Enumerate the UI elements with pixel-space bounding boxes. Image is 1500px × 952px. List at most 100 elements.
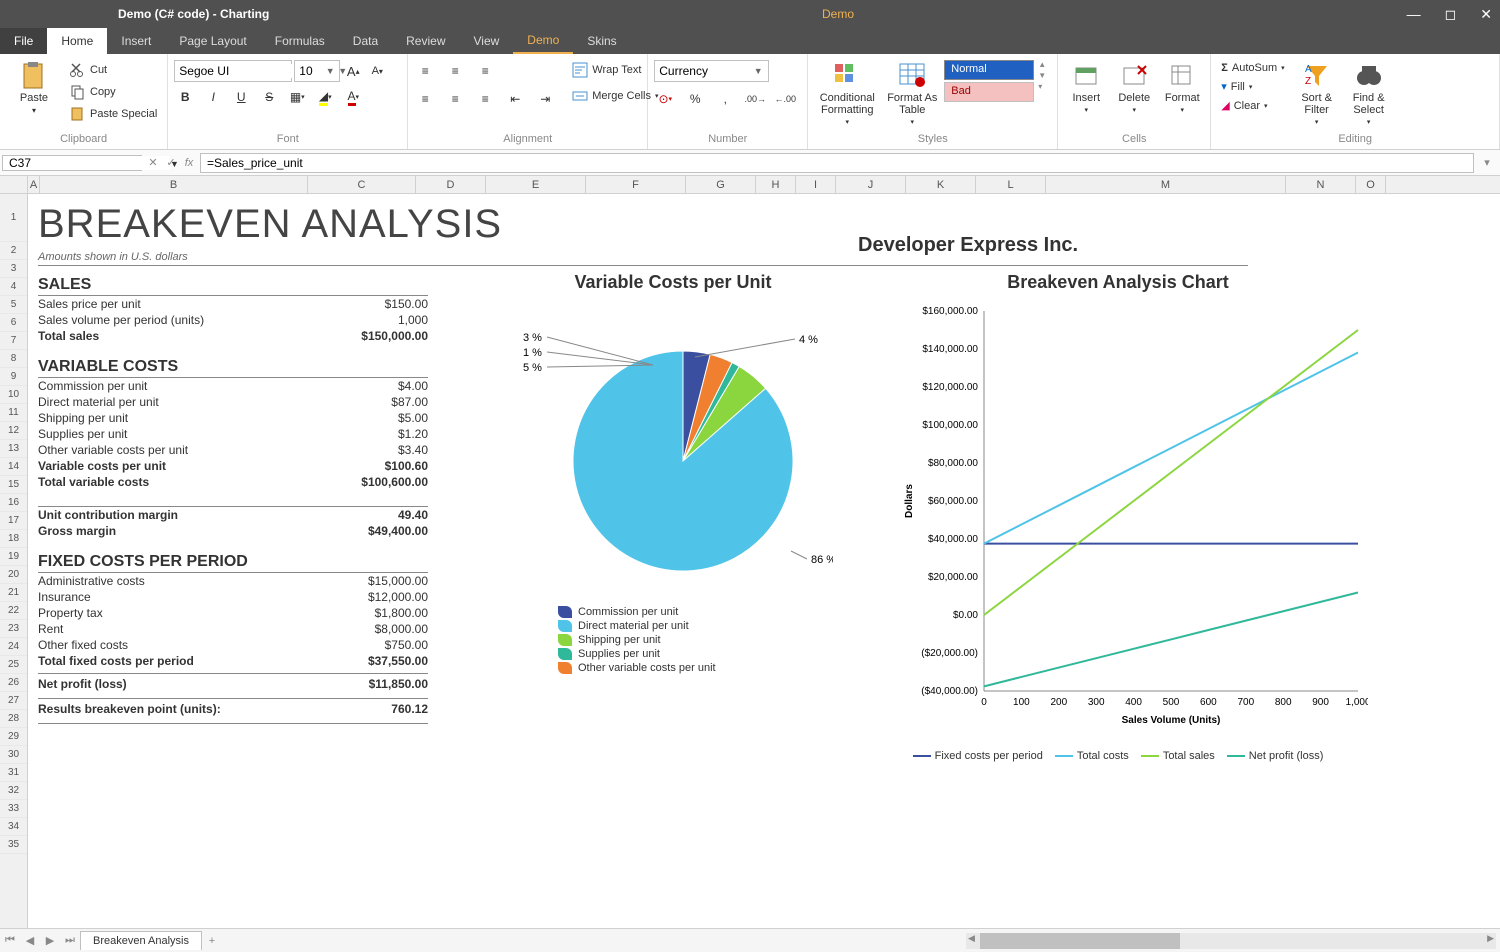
clear-button[interactable]: ◢Clear ▾ (1217, 97, 1288, 114)
spreadsheet[interactable]: ABCDEFGHIJKLMNO 123456789101112131415161… (0, 176, 1500, 928)
col-header-M[interactable]: M (1046, 176, 1286, 193)
insert-cells-button[interactable]: Insert▾ (1064, 60, 1108, 116)
decrease-font-icon[interactable]: A▾ (366, 60, 388, 82)
close-button[interactable]: ✕ (1480, 6, 1492, 23)
tab-nav-next-icon[interactable]: ▶ (40, 934, 60, 947)
font-name-select[interactable]: ▼ (174, 60, 292, 82)
cell-style-normal[interactable]: Normal (944, 60, 1034, 80)
fill-color-icon[interactable]: ◢▾ (314, 86, 336, 108)
decrease-indent-icon[interactable]: ⇤ (504, 88, 526, 110)
comma-icon[interactable]: , (714, 88, 736, 110)
column-headers[interactable]: ABCDEFGHIJKLMNO (0, 176, 1500, 194)
col-header-B[interactable]: B (40, 176, 308, 193)
italic-icon[interactable]: I (202, 86, 224, 108)
tab-home[interactable]: Home (47, 28, 107, 54)
format-cells-button[interactable]: Format▾ (1160, 60, 1204, 116)
table-row: Sales price per unit$150.00 (38, 296, 428, 312)
align-bottom-icon[interactable]: ≡ (474, 60, 496, 82)
increase-decimal-icon[interactable]: .00→ (744, 88, 766, 110)
increase-font-icon[interactable]: A▴ (342, 60, 364, 82)
col-header-N[interactable]: N (1286, 176, 1356, 193)
cancel-formula-icon[interactable]: ✕ (144, 156, 162, 169)
enter-formula-icon[interactable]: ✓ (162, 156, 180, 169)
col-header-H[interactable]: H (756, 176, 796, 193)
tab-nav-last-icon[interactable]: ⏭ (60, 934, 80, 947)
paste-button[interactable]: Paste▾ (6, 60, 62, 117)
font-color-icon[interactable]: A▾ (342, 86, 364, 108)
increase-indent-icon[interactable]: ⇥ (534, 88, 556, 110)
col-header-F[interactable]: F (586, 176, 686, 193)
svg-text:4 %: 4 % (799, 334, 818, 346)
fx-icon[interactable]: fx (180, 157, 198, 169)
align-middle-icon[interactable]: ≡ (444, 60, 466, 82)
col-header-G[interactable]: G (686, 176, 756, 193)
chevron-down-icon[interactable]: ▼ (751, 66, 765, 76)
sheet-content[interactable]: BREAKEVEN ANALYSIS Developer Express Inc… (28, 194, 1500, 928)
col-header-D[interactable]: D (416, 176, 486, 193)
paste-special-button[interactable]: Paste Special (66, 104, 161, 124)
col-header-I[interactable]: I (796, 176, 836, 193)
tab-skins[interactable]: Skins (573, 28, 630, 54)
format-as-table-button[interactable]: Format As Table ▾ (884, 60, 940, 128)
expand-formula-icon[interactable]: ▾ (1478, 156, 1496, 169)
strikethrough-icon[interactable]: S (258, 86, 280, 108)
tab-insert[interactable]: Insert (107, 28, 165, 54)
percent-icon[interactable]: % (684, 88, 706, 110)
decrease-decimal-icon[interactable]: ←.00 (774, 88, 796, 110)
style-up-icon[interactable]: ▲ (1038, 60, 1046, 69)
col-header-O[interactable]: O (1356, 176, 1386, 193)
tab-view[interactable]: View (460, 28, 514, 54)
fill-button[interactable]: ▾Fill ▾ (1217, 78, 1288, 95)
sheet-tab-breakeven[interactable]: Breakeven Analysis (80, 931, 202, 950)
svg-text:$60,000.00: $60,000.00 (928, 496, 978, 507)
underline-icon[interactable]: U (230, 86, 252, 108)
sort-filter-button[interactable]: AZ Sort & Filter▾ (1293, 60, 1341, 128)
number-format-select[interactable]: ▼ (654, 60, 769, 82)
col-header-E[interactable]: E (486, 176, 586, 193)
accounting-format-icon[interactable]: ⊙▾ (654, 88, 676, 110)
align-right-icon[interactable]: ≡ (474, 88, 496, 110)
cut-button[interactable]: Cut (66, 60, 161, 80)
chevron-down-icon[interactable]: ▼ (323, 66, 337, 76)
borders-icon[interactable]: ▦▾ (286, 86, 308, 108)
col-header-L[interactable]: L (976, 176, 1046, 193)
font-size-select[interactable]: ▼ (294, 60, 340, 82)
wrap-text-icon (572, 62, 588, 78)
table-row: Direct material per unit$87.00 (38, 394, 428, 410)
tab-file[interactable]: File (0, 28, 47, 54)
row-headers[interactable]: 1234567891011121314151617181920212223242… (0, 194, 28, 928)
style-down-icon[interactable]: ▼ (1038, 71, 1046, 80)
add-sheet-button[interactable]: + (202, 935, 222, 947)
autosum-button[interactable]: ΣAutoSum ▾ (1217, 60, 1288, 76)
name-box[interactable]: ▼ (2, 155, 142, 171)
tab-data[interactable]: Data (339, 28, 392, 54)
style-more-icon[interactable]: ▾ (1038, 82, 1046, 91)
select-all-corner[interactable] (0, 176, 28, 193)
table-row: Rent$8,000.00 (38, 621, 428, 637)
horizontal-scrollbar[interactable]: ◀ ▶ (966, 933, 1496, 949)
align-top-icon[interactable]: ≡ (414, 60, 436, 82)
align-center-icon[interactable]: ≡ (444, 88, 466, 110)
copy-button[interactable]: Copy (66, 82, 161, 102)
formula-input[interactable] (200, 153, 1474, 173)
delete-cells-button[interactable]: Delete▾ (1112, 60, 1156, 116)
tab-review[interactable]: Review (392, 28, 459, 54)
tab-page-layout[interactable]: Page Layout (165, 28, 260, 54)
col-header-J[interactable]: J (836, 176, 906, 193)
bold-icon[interactable]: B (174, 86, 196, 108)
col-header-K[interactable]: K (906, 176, 976, 193)
scrollbar-thumb[interactable] (980, 933, 1180, 949)
tab-formulas[interactable]: Formulas (261, 28, 339, 54)
col-header-A[interactable]: A (28, 176, 40, 193)
cell-style-bad[interactable]: Bad (944, 82, 1034, 102)
col-header-C[interactable]: C (308, 176, 416, 193)
tab-demo[interactable]: Demo (513, 28, 573, 54)
tab-nav-first-icon[interactable]: ⏮ (0, 934, 20, 947)
conditional-formatting-button[interactable]: Conditional Formatting ▾ (814, 60, 880, 128)
svg-text:$160,000.00: $160,000.00 (922, 306, 978, 317)
align-left-icon[interactable]: ≡ (414, 88, 436, 110)
maximize-button[interactable]: ◻ (1445, 6, 1457, 23)
tab-nav-prev-icon[interactable]: ◀ (20, 934, 40, 947)
minimize-button[interactable]: — (1407, 6, 1421, 23)
find-select-button[interactable]: Find & Select▾ (1345, 60, 1393, 128)
